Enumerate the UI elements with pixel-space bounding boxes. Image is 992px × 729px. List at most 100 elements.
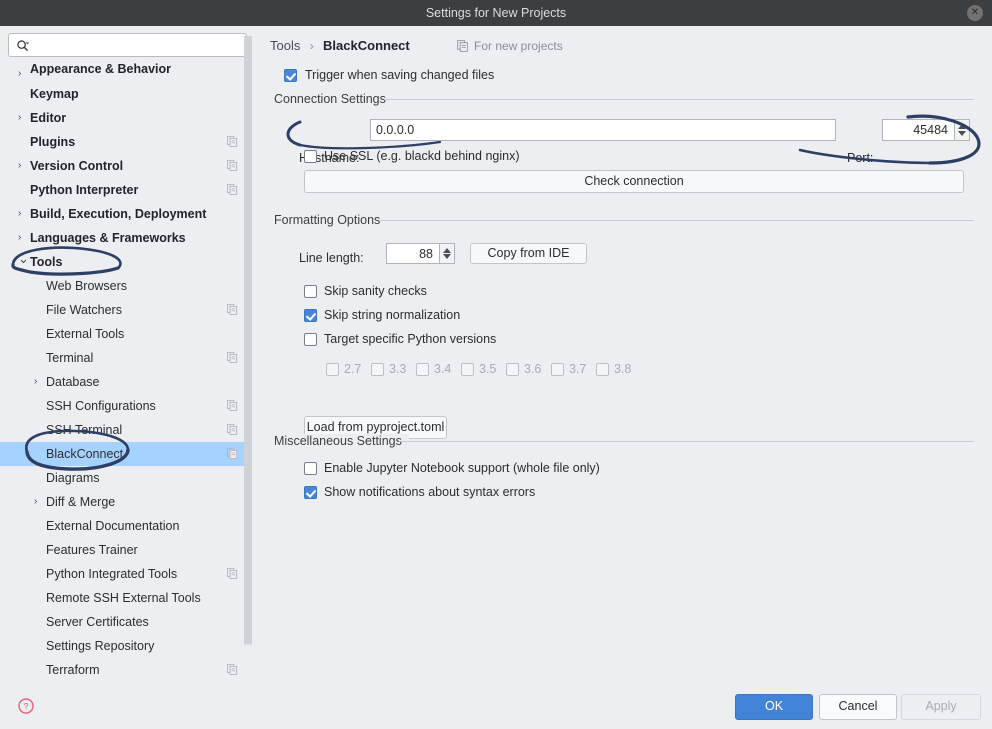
chevron-down-icon[interactable]: ⌄ bbox=[18, 247, 29, 266]
python-version-checkbox-2-7 bbox=[326, 363, 339, 376]
search-icon bbox=[17, 40, 30, 52]
cancel-button[interactable]: Cancel bbox=[819, 694, 897, 720]
syntax-notifications-checkbox[interactable] bbox=[304, 486, 317, 499]
sidebar-item-web-browsers[interactable]: Web Browsers bbox=[0, 274, 252, 298]
use-ssl-checkbox[interactable] bbox=[304, 150, 317, 163]
chevron-right-icon[interactable]: › bbox=[18, 226, 28, 243]
sidebar-item-terminal[interactable]: Terminal bbox=[0, 346, 252, 370]
copy-icon bbox=[227, 352, 238, 363]
skip-sanity-checks-label[interactable]: Skip sanity checks bbox=[324, 285, 427, 298]
sidebar-item-label: External Tools bbox=[46, 327, 125, 341]
copy-icon bbox=[227, 400, 238, 411]
sidebar-item-editor[interactable]: › Editor bbox=[0, 106, 252, 130]
sidebar-item-server-certificates[interactable]: Server Certificates bbox=[0, 610, 252, 634]
sidebar-item-label: External Documentation bbox=[46, 519, 180, 533]
sidebar-item-label: Version Control bbox=[30, 159, 124, 173]
copy-icon bbox=[227, 424, 238, 435]
sidebar-item-label: Build, Execution, Deployment bbox=[30, 207, 207, 221]
copy-from-ide-button[interactable]: Copy from IDE bbox=[470, 243, 587, 264]
sidebar-item-label: Database bbox=[46, 375, 100, 389]
chevron-right-icon[interactable]: › bbox=[34, 370, 44, 387]
target-python-versions-checkbox[interactable] bbox=[304, 333, 317, 346]
sidebar-item-features-trainer[interactable]: Features Trainer bbox=[0, 538, 252, 562]
sidebar-item-diagrams[interactable]: Diagrams bbox=[0, 466, 252, 490]
sidebar-item-plugins[interactable]: Plugins bbox=[0, 130, 252, 154]
jupyter-support-checkbox[interactable] bbox=[304, 462, 317, 475]
sidebar-item-version-control[interactable]: › Version Control bbox=[0, 154, 252, 178]
sidebar-item-label: Terraform bbox=[46, 663, 100, 677]
target-python-versions-label[interactable]: Target specific Python versions bbox=[324, 333, 496, 346]
misc-settings-divider bbox=[399, 441, 974, 442]
sidebar-item-ssh-configurations[interactable]: SSH Configurations bbox=[0, 394, 252, 418]
misc-settings-title: Miscellaneous Settings bbox=[274, 434, 409, 448]
sidebar-item-build-execution-deployment[interactable]: › Build, Execution, Deployment bbox=[0, 202, 252, 226]
python-version-checkbox-3-8 bbox=[596, 363, 609, 376]
sidebar-item-languages-frameworks[interactable]: › Languages & Frameworks bbox=[0, 226, 252, 250]
line-length-label: Line length: bbox=[299, 251, 364, 265]
copy-icon bbox=[227, 568, 238, 579]
sidebar-item-python-interpreter[interactable]: Python Interpreter bbox=[0, 178, 252, 202]
sidebar-item-python-integrated-tools[interactable]: Python Integrated Tools bbox=[0, 562, 252, 586]
line-length-spinner-down-icon[interactable] bbox=[443, 254, 451, 259]
ok-button[interactable]: OK bbox=[735, 694, 813, 720]
copy-icon bbox=[227, 160, 238, 171]
trigger-on-save-label[interactable]: Trigger when saving changed files bbox=[305, 69, 494, 82]
chevron-right-icon[interactable]: › bbox=[18, 154, 28, 171]
port-input[interactable] bbox=[882, 119, 955, 141]
search-field[interactable] bbox=[8, 33, 247, 58]
svg-text:?: ? bbox=[23, 702, 28, 712]
sidebar-item-settings-repository[interactable]: Settings Repository bbox=[0, 634, 252, 658]
line-length-spinner-up-icon[interactable] bbox=[443, 248, 451, 253]
line-length-input[interactable] bbox=[386, 243, 440, 264]
settings-main-panel: Tools › BlackConnect For new projects Tr… bbox=[252, 26, 992, 681]
sidebar-item-label: Settings Repository bbox=[46, 639, 155, 653]
use-ssl-label[interactable]: Use SSL (e.g. blackd behind nginx) bbox=[324, 150, 519, 163]
check-connection-button[interactable]: Check connection bbox=[304, 170, 964, 193]
sidebar-item-terraform[interactable]: Terraform bbox=[0, 658, 252, 681]
sidebar-item-label: SSH Terminal bbox=[46, 423, 123, 437]
skip-sanity-checks-checkbox[interactable] bbox=[304, 285, 317, 298]
sidebar-item-tools[interactable]: ⌄ Tools bbox=[0, 250, 252, 274]
trigger-on-save-checkbox[interactable] bbox=[284, 69, 297, 82]
sidebar-item-ssh-terminal[interactable]: SSH Terminal bbox=[0, 418, 252, 442]
copy-icon bbox=[227, 304, 238, 315]
chevron-right-icon[interactable]: › bbox=[18, 202, 28, 219]
copy-icon bbox=[227, 664, 238, 675]
settings-tree[interactable]: › Appearance & Behavior Keymap › Editor Plugi… bbox=[0, 62, 252, 681]
help-icon[interactable]: ? bbox=[18, 698, 34, 714]
sidebar-item-external-documentation[interactable]: External Documentation bbox=[0, 514, 252, 538]
sidebar-item-keymap[interactable]: Keymap bbox=[0, 82, 252, 106]
sidebar-item-label: Diff & Merge bbox=[46, 495, 116, 509]
python-version-label-3-8: 3.8 bbox=[614, 362, 632, 376]
search-input[interactable] bbox=[35, 34, 244, 58]
skip-string-normalization-checkbox[interactable] bbox=[304, 309, 317, 322]
formatting-options-title: Formatting Options bbox=[274, 213, 388, 227]
chevron-right-icon[interactable]: › bbox=[18, 106, 28, 123]
port-spinner-down-icon[interactable] bbox=[958, 131, 966, 136]
syntax-notifications-label[interactable]: Show notifications about syntax errors bbox=[324, 486, 535, 499]
hostname-input[interactable] bbox=[370, 119, 836, 141]
sidebar-item-appearance-behavior[interactable]: › Appearance & Behavior bbox=[0, 62, 252, 82]
sidebar-item-label: Server Certificates bbox=[46, 615, 149, 629]
window-title: Settings for New Projects bbox=[425, 6, 567, 20]
skip-string-normalization-label[interactable]: Skip string normalization bbox=[324, 309, 460, 322]
sidebar-item-database[interactable]: › Database bbox=[0, 370, 252, 394]
sidebar-item-diff-merge[interactable]: › Diff & Merge bbox=[0, 490, 252, 514]
port-spinner[interactable] bbox=[955, 119, 970, 141]
sidebar-item-remote-ssh-external-tools[interactable]: Remote SSH External Tools bbox=[0, 586, 252, 610]
sidebar-item-external-tools[interactable]: External Tools bbox=[0, 322, 252, 346]
connection-settings-title: Connection Settings bbox=[274, 92, 393, 106]
close-icon[interactable]: ✕ bbox=[967, 5, 983, 21]
jupyter-support-label[interactable]: Enable Jupyter Notebook support (whole f… bbox=[324, 462, 600, 475]
port-spinner-up-icon[interactable] bbox=[958, 124, 966, 129]
python-version-label-3-3: 3.3 bbox=[389, 362, 407, 376]
chevron-right-icon[interactable]: › bbox=[34, 490, 44, 507]
sidebar-item-file-watchers[interactable]: File Watchers bbox=[0, 298, 252, 322]
chevron-right-icon[interactable]: › bbox=[18, 62, 28, 79]
python-version-checkbox-3-5 bbox=[461, 363, 474, 376]
python-version-label-3-7: 3.7 bbox=[569, 362, 587, 376]
sidebar-item-blackconnect[interactable]: BlackConnect bbox=[0, 442, 252, 466]
line-length-spinner[interactable] bbox=[440, 243, 455, 264]
settings-content: Trigger when saving changed files Connec… bbox=[252, 26, 992, 681]
copy-icon bbox=[227, 136, 238, 147]
